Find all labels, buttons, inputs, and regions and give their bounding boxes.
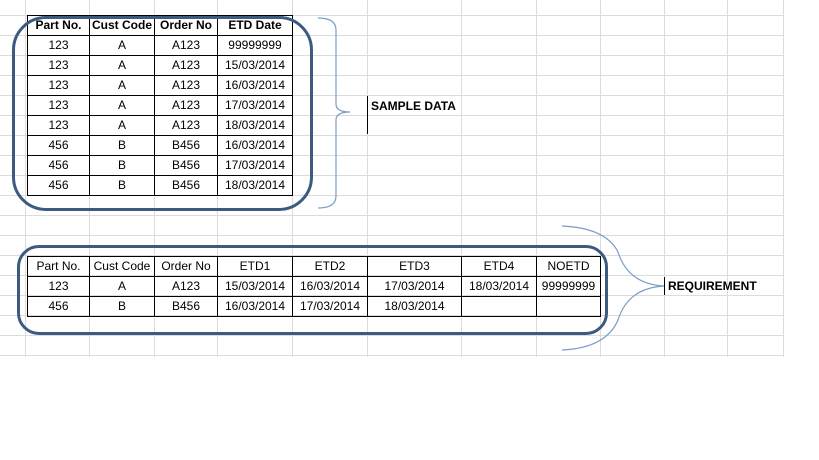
- sample-data-label[interactable]: SAMPLE DATA: [371, 99, 456, 113]
- annotation-layer: [317, 17, 665, 351]
- text-cursor: [367, 96, 368, 134]
- requirement-brace: [561, 225, 665, 351]
- text-cursor: [664, 277, 665, 295]
- requirement-label[interactable]: REQUIREMENT: [668, 279, 757, 293]
- sample-data-brace: [317, 17, 351, 209]
